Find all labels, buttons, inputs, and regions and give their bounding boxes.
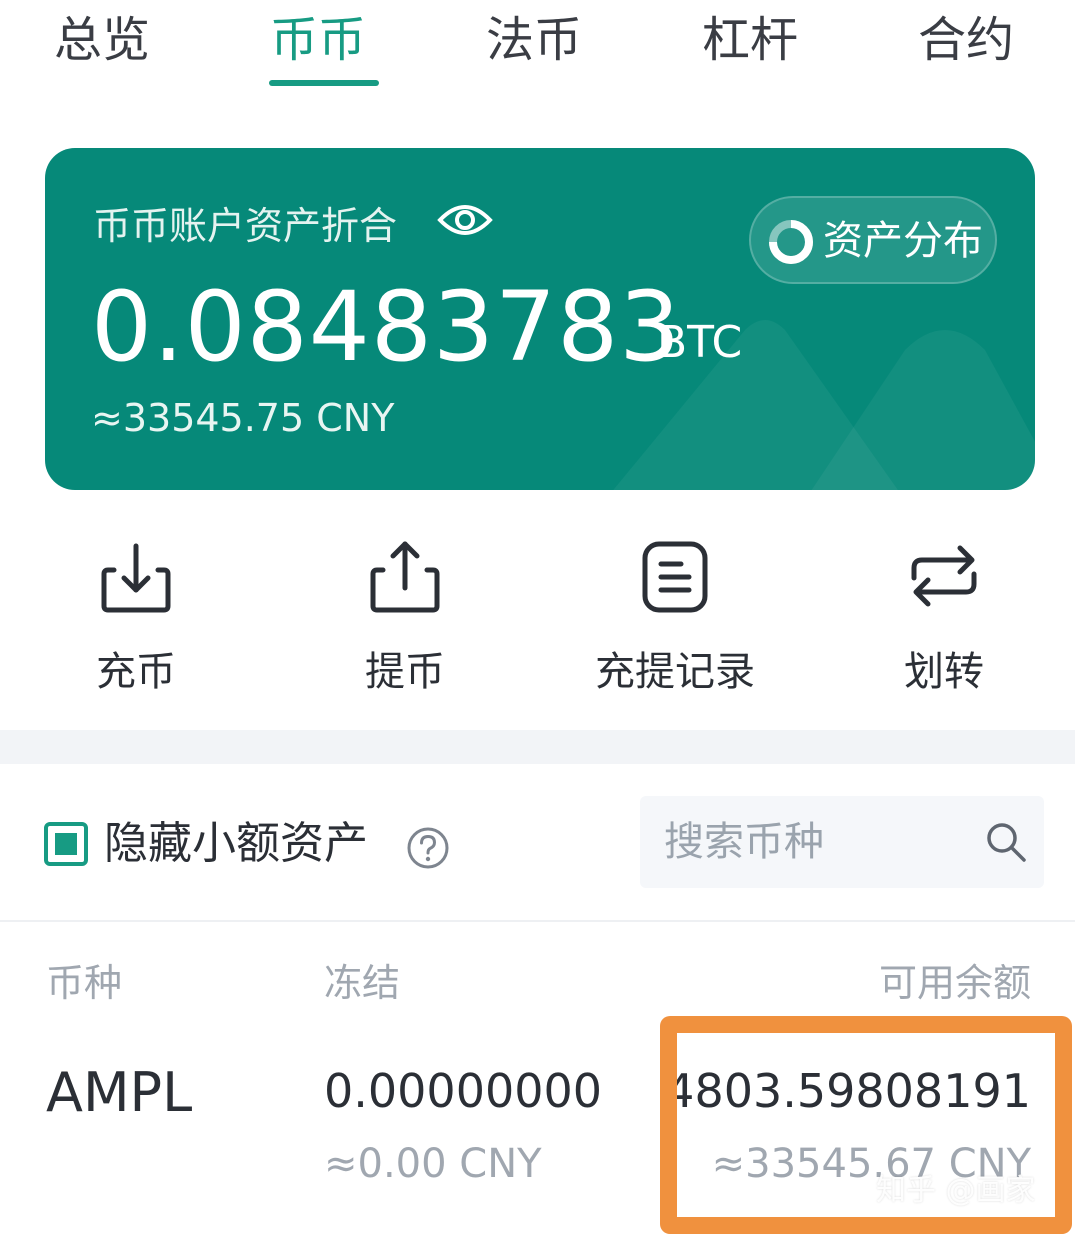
hide-small-assets-checkbox[interactable]: [44, 822, 88, 866]
asset-distribution-label: 资产分布: [823, 218, 983, 264]
transfer-icon: [911, 545, 977, 607]
question-icon[interactable]: [406, 826, 450, 870]
transfer-label: 划转: [904, 649, 984, 695]
filter-divider: [0, 920, 1075, 922]
tab-spot[interactable]: 币币: [270, 8, 366, 72]
deposit-label: 充币: [96, 649, 176, 695]
active-tab-indicator: [269, 80, 379, 86]
asset-distribution-button[interactable]: 资产分布: [749, 196, 997, 284]
records-icon: [642, 541, 708, 613]
tab-margin[interactable]: 杠杆: [702, 8, 798, 72]
watermark: 知乎 @画家: [876, 1173, 1036, 1208]
total-balance: 0.08483783: [91, 271, 682, 383]
card-title: 币币账户资产折合: [93, 204, 398, 248]
withdraw-button[interactable]: 提币: [305, 536, 505, 706]
section-separator: [0, 730, 1075, 764]
coin-search-input[interactable]: [664, 814, 964, 870]
coin-name: AMPL: [46, 1061, 193, 1124]
balance-cny: ≈33545.75 CNY: [91, 396, 395, 440]
balance-unit: BTC: [657, 317, 743, 368]
hide-small-assets-label[interactable]: 隐藏小额资产: [104, 818, 368, 870]
withdraw-label: 提币: [365, 649, 445, 695]
donut-chart-icon: [769, 220, 813, 264]
withdraw-icon: [370, 541, 440, 613]
deposit-icon: [101, 543, 171, 613]
records-button[interactable]: 充提记录: [575, 536, 775, 706]
tab-overview[interactable]: 总览: [54, 8, 150, 72]
records-label: 充提记录: [595, 649, 755, 695]
asset-summary-card: 币币账户资产折合 资产分布 0.08483783 BTC ≈33545.75 C…: [45, 148, 1035, 490]
search-icon[interactable]: [984, 820, 1028, 864]
header-frozen: 冻结: [324, 961, 401, 1005]
deposit-button[interactable]: 充币: [36, 536, 236, 706]
header-coin: 币种: [46, 961, 123, 1005]
transfer-button[interactable]: 划转: [844, 536, 1044, 706]
eye-icon[interactable]: [437, 200, 493, 240]
coin-search-box: [640, 796, 1044, 888]
header-available: 可用余额: [878, 961, 1031, 1005]
frozen-amount: 0.00000000: [324, 1064, 603, 1118]
tab-fiat[interactable]: 法币: [486, 8, 582, 72]
frozen-cny: ≈0.00 CNY: [324, 1141, 542, 1187]
account-tabs: 总览 币币 法币 杠杆 合约: [0, 0, 1075, 100]
checkbox-checked-mark: [55, 833, 77, 855]
tab-contract[interactable]: 合约: [918, 8, 1014, 72]
